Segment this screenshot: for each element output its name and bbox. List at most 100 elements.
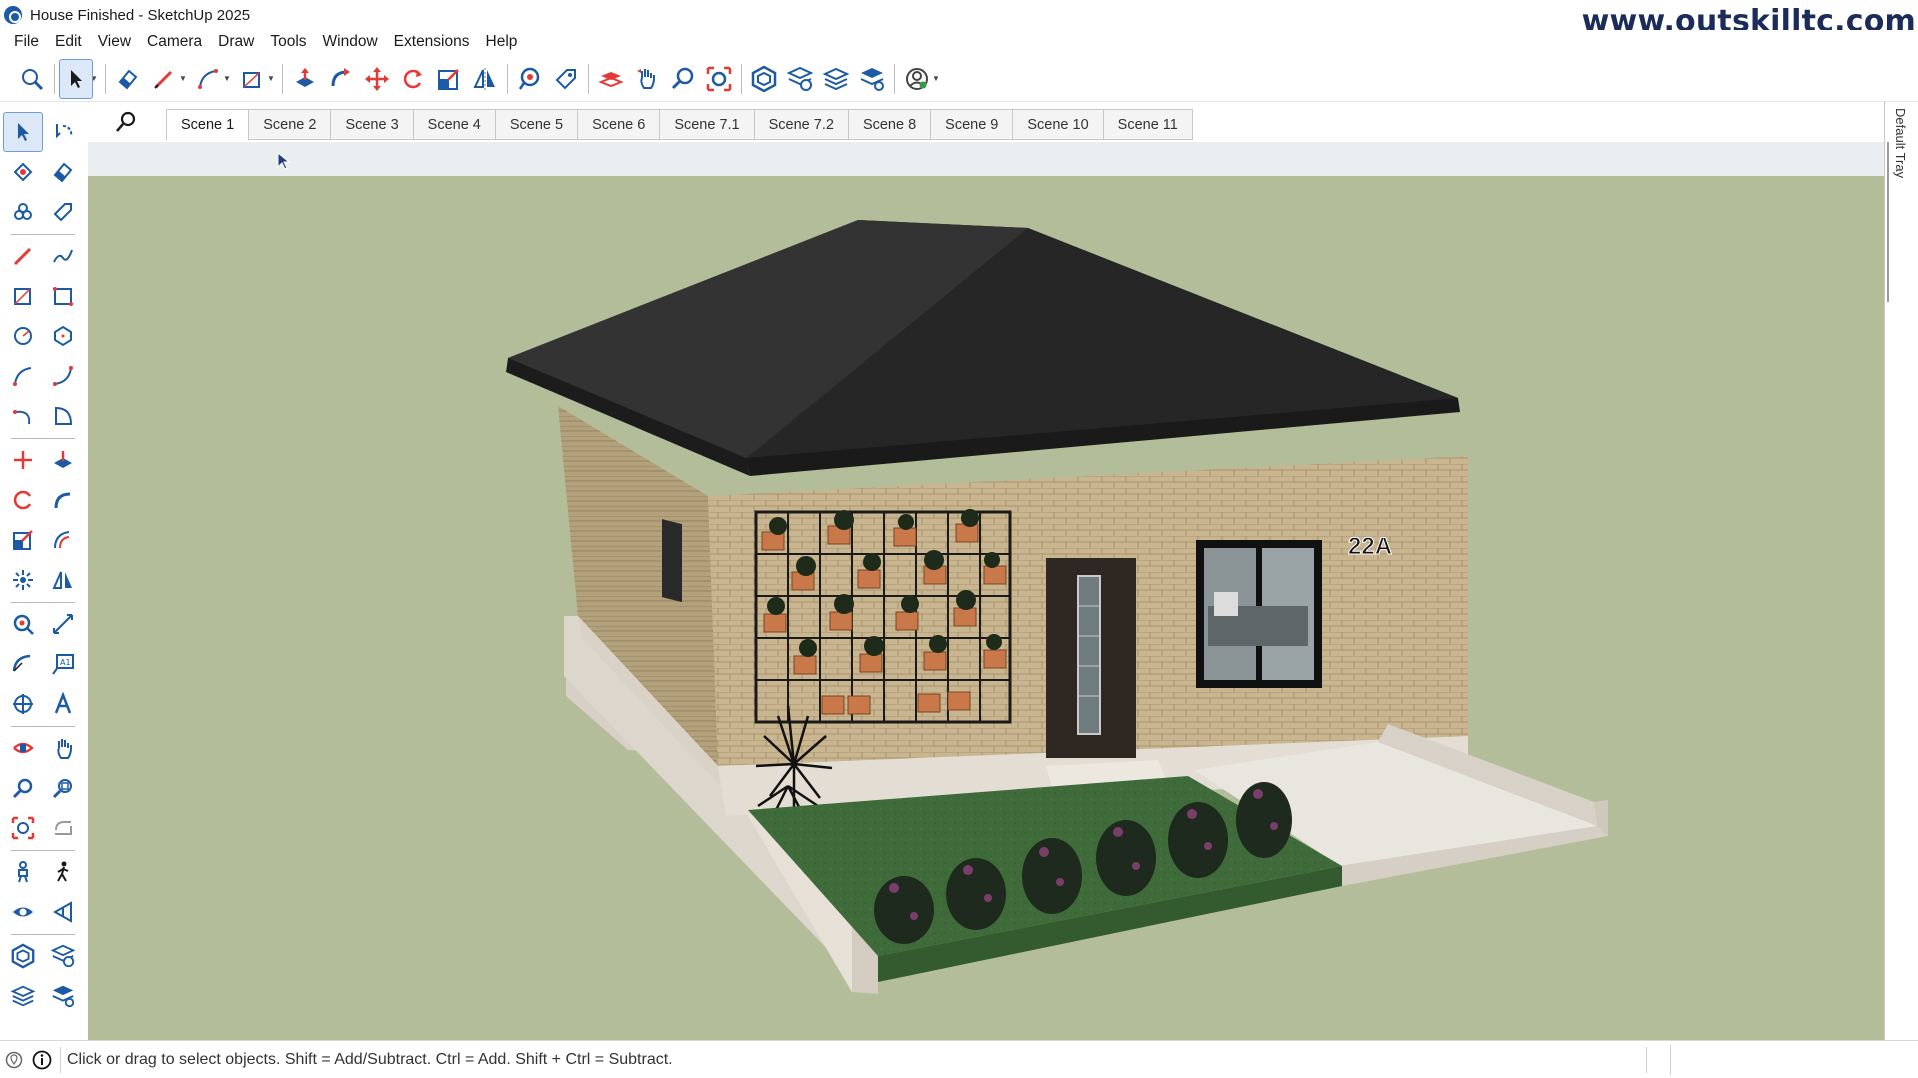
explode-icon[interactable] — [3, 560, 43, 600]
paint-bucket-tool-icon[interactable] — [3, 152, 43, 192]
pencil-icon[interactable] — [146, 59, 182, 99]
zoom-window-icon[interactable] — [701, 59, 737, 99]
select-tool-icon[interactable] — [3, 112, 43, 152]
scene-tab[interactable]: Scene 7.2 — [754, 109, 849, 140]
tag-tool-icon[interactable] — [43, 192, 83, 232]
zoom-icon[interactable] — [665, 59, 701, 99]
rotate-tool-icon[interactable] — [3, 480, 43, 520]
rectangle-tool-icon[interactable] — [3, 276, 43, 316]
walk-icon[interactable] — [43, 852, 83, 892]
layers-icon[interactable] — [818, 59, 854, 99]
protractor-icon[interactable] — [3, 644, 43, 684]
mouse-cursor-icon — [277, 152, 291, 170]
scene-tab[interactable]: Scene 4 — [413, 109, 496, 140]
scale-icon[interactable] — [431, 59, 467, 99]
materials-icon[interactable] — [854, 59, 890, 99]
scene-tab[interactable]: Scene 8 — [848, 109, 932, 140]
scene-tab[interactable]: Scene 9 — [931, 109, 1014, 140]
menu-view[interactable]: View — [90, 33, 139, 51]
info-icon[interactable] — [28, 1041, 56, 1078]
axes-tool-icon[interactable] — [3, 684, 43, 724]
toolbar-separator — [741, 63, 742, 94]
menu-extensions[interactable]: Extensions — [386, 33, 478, 51]
push-pull-tool-icon[interactable] — [43, 440, 83, 480]
flip-tool-icon[interactable] — [43, 560, 83, 600]
three-point-arc-icon[interactable] — [3, 396, 43, 436]
line-icon[interactable] — [190, 59, 226, 99]
scene-tab[interactable]: Scene 3 — [331, 109, 414, 140]
house-model: 22A — [506, 220, 1608, 994]
make-component-icon[interactable] — [3, 192, 43, 232]
scene-tab[interactable]: Scene 5 — [495, 109, 579, 140]
zoom-window-tool-icon[interactable] — [43, 768, 83, 808]
two-point-arc-icon[interactable] — [43, 356, 83, 396]
layers-panel-icon[interactable] — [3, 976, 43, 1016]
pan-icon[interactable] — [629, 59, 665, 99]
default-tray-label[interactable]: Default Tray — [1893, 108, 1908, 178]
follow-me-icon[interactable] — [323, 59, 359, 99]
scale-tool-icon[interactable] — [3, 520, 43, 560]
tape-measure-icon[interactable] — [3, 604, 43, 644]
measurements-box[interactable] — [1670, 1045, 1918, 1075]
look-around-icon[interactable] — [3, 892, 43, 932]
move-icon[interactable] — [359, 59, 395, 99]
menu-file[interactable]: File — [6, 33, 47, 51]
menu-help[interactable]: Help — [478, 33, 526, 51]
scene-tab[interactable]: Scene 10 — [1013, 109, 1104, 140]
follow-me-tool-icon[interactable] — [43, 480, 83, 520]
freehand-icon[interactable] — [43, 236, 83, 276]
text-tool-icon[interactable]: A1 — [43, 644, 83, 684]
model-viewport[interactable]: 22A — [88, 176, 1884, 1040]
scene-tab[interactable]: Scene 1 — [166, 109, 250, 141]
paint-bucket-icon[interactable] — [512, 59, 548, 99]
rectangle-icon[interactable] — [234, 59, 270, 99]
circle-tool-icon[interactable] — [3, 316, 43, 356]
menu-draw[interactable]: Draw — [210, 33, 262, 51]
scene-search-icon[interactable] — [112, 108, 142, 138]
materials-panel-icon[interactable] — [43, 976, 83, 1016]
scene-tab[interactable]: Scene 6 — [578, 109, 661, 140]
menu-window[interactable]: Window — [315, 33, 386, 51]
position-camera-icon[interactable] — [3, 852, 43, 892]
scene-tab[interactable]: Scene 11 — [1103, 109, 1193, 140]
offset-tool-icon[interactable] — [43, 520, 83, 560]
rotated-rectangle-icon[interactable] — [43, 276, 83, 316]
rotate-icon[interactable] — [395, 59, 431, 99]
pencil-tool-icon[interactable] — [3, 236, 43, 276]
zoom-extents-icon[interactable] — [14, 59, 50, 99]
section-plane-icon[interactable] — [593, 59, 629, 99]
push-pull-icon[interactable] — [287, 59, 323, 99]
move-tool-icon[interactable] — [3, 440, 43, 480]
lasso-select-icon[interactable] — [43, 112, 83, 152]
pan-tool-icon[interactable] — [43, 728, 83, 768]
palette-separator — [11, 934, 75, 935]
zoom-tool-icon[interactable] — [3, 768, 43, 808]
pie-tool-icon[interactable] — [43, 396, 83, 436]
dimension-icon[interactable] — [43, 604, 83, 644]
components-panel-icon[interactable] — [3, 936, 43, 976]
eraser-tool-icon[interactable] — [43, 152, 83, 192]
3d-text-icon[interactable] — [43, 684, 83, 724]
components-icon[interactable] — [746, 59, 782, 99]
flip-icon[interactable] — [467, 59, 503, 99]
menu-camera[interactable]: Camera — [139, 33, 210, 51]
geo-location-icon[interactable] — [0, 1041, 28, 1078]
account-icon[interactable] — [899, 59, 935, 99]
section-tool-icon[interactable] — [43, 892, 83, 932]
menu-tools[interactable]: Tools — [262, 33, 314, 51]
zoom-extents-tool-icon[interactable] — [3, 808, 43, 848]
select-icon[interactable] — [59, 58, 93, 99]
styles-icon[interactable] — [782, 59, 818, 99]
scene-tab[interactable]: Scene 7.1 — [660, 109, 755, 140]
previous-view-icon[interactable] — [43, 808, 83, 848]
default-tray[interactable]: Default Tray — [1884, 102, 1918, 1040]
polygon-tool-icon[interactable] — [43, 316, 83, 356]
scene-tab[interactable]: Scene 2 — [249, 109, 332, 140]
tag-icon[interactable] — [548, 59, 584, 99]
arc-tool-icon[interactable] — [3, 356, 43, 396]
orbit-icon[interactable] — [3, 728, 43, 768]
menu-edit[interactable]: Edit — [47, 33, 90, 51]
window-title: House Finished - SketchUp 2025 — [30, 6, 251, 24]
eraser-icon[interactable] — [110, 59, 146, 99]
styles-panel-icon[interactable] — [43, 936, 83, 976]
